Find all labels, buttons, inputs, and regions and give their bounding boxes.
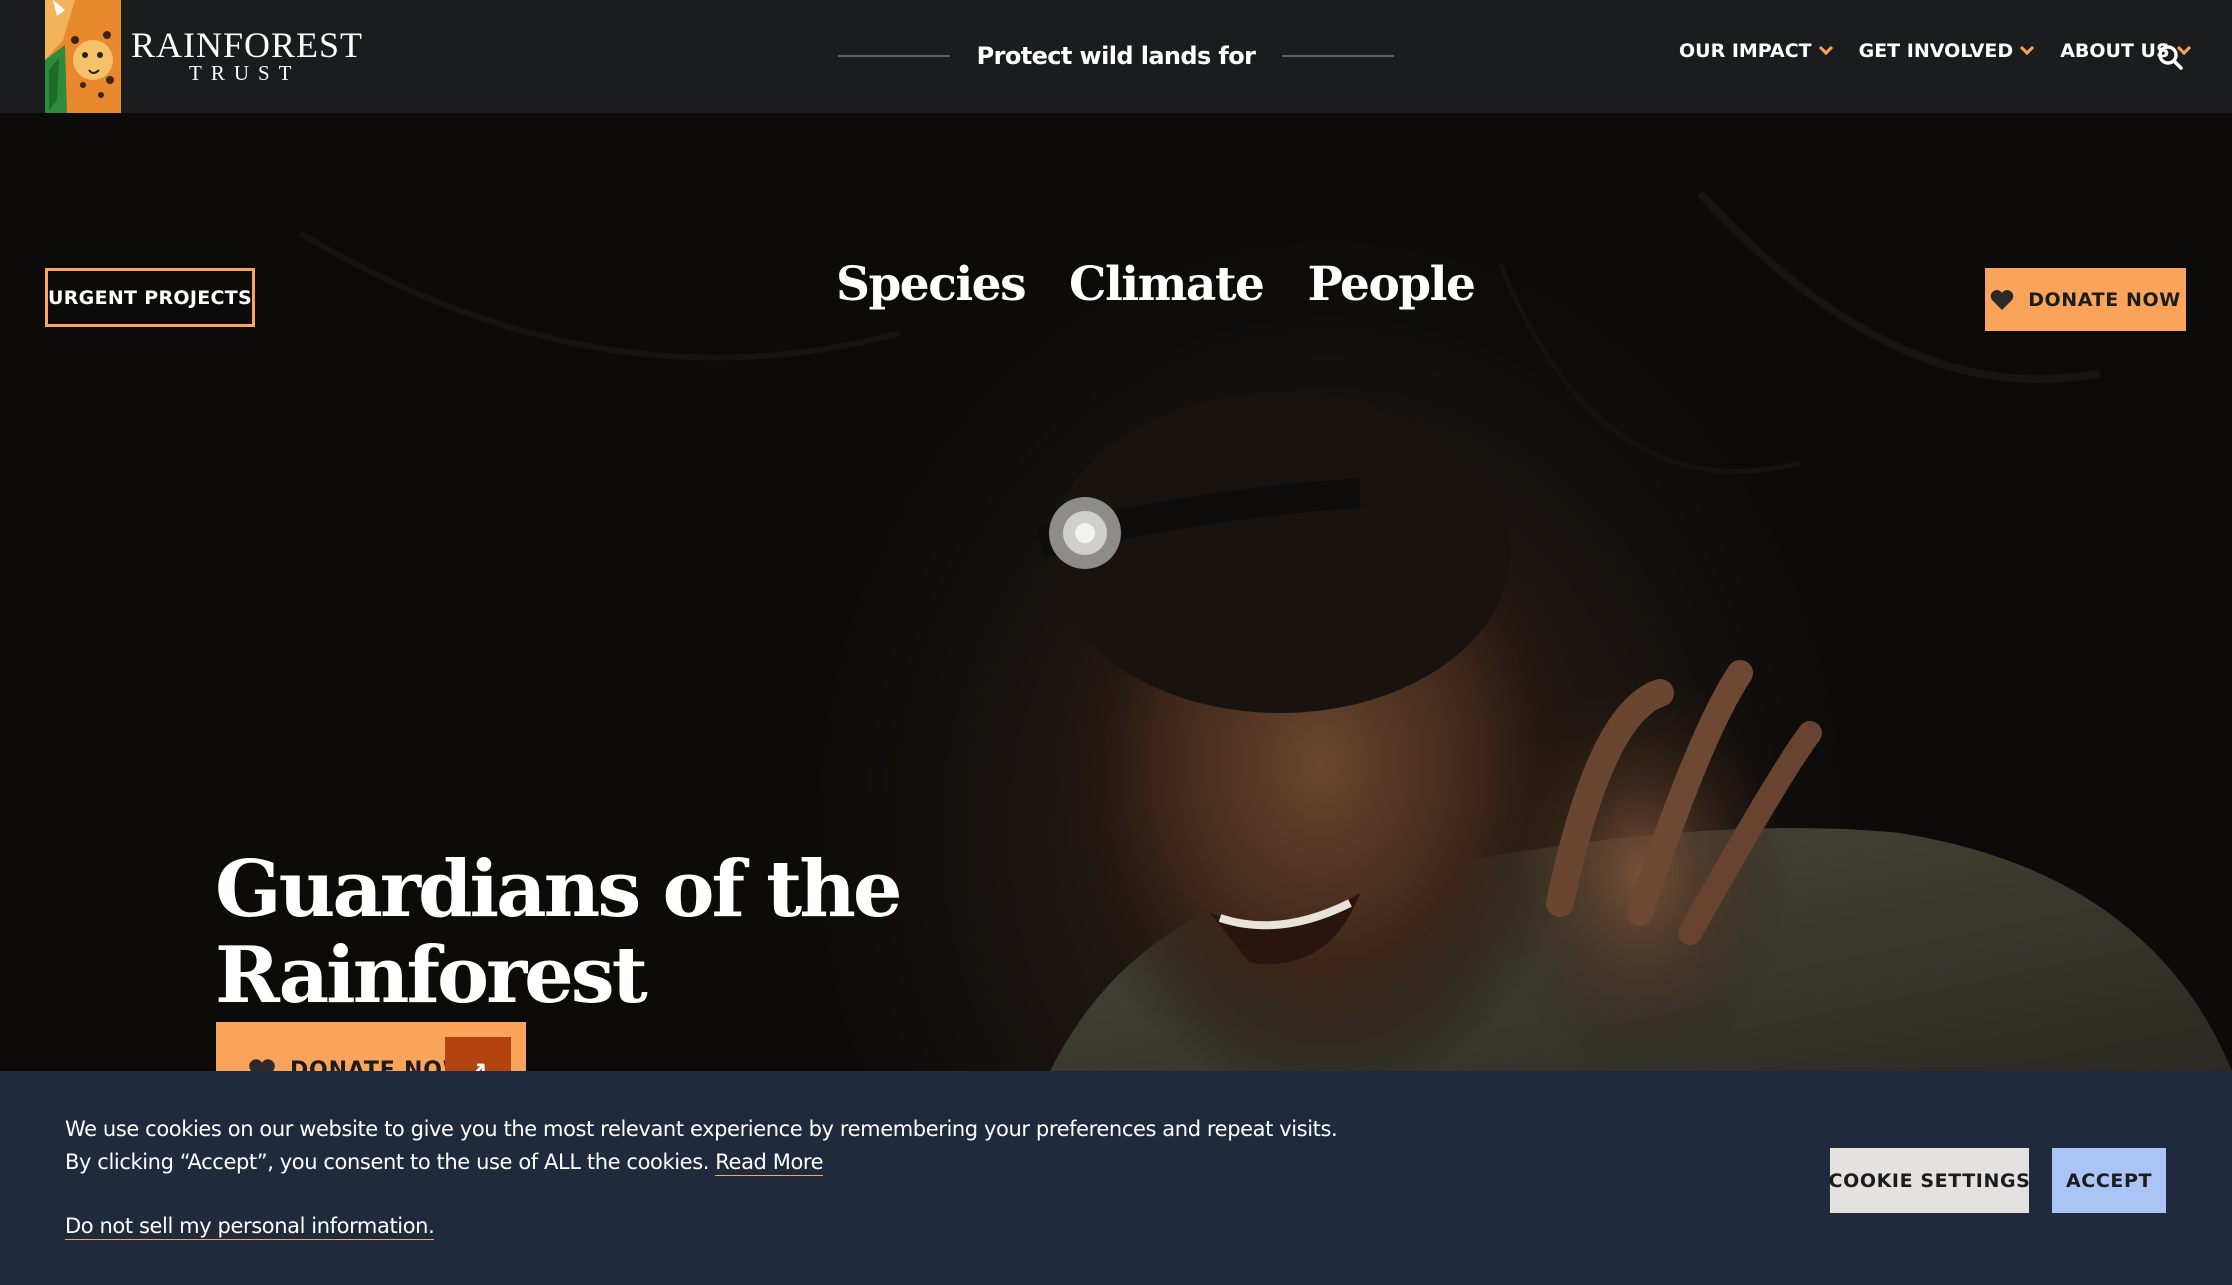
main-nav: OUR IMPACT GET INVOLVED ABOUT US (1679, 40, 2217, 62)
heart-icon (249, 1058, 275, 1071)
accept-cookies-button[interactable]: ACCEPT (2052, 1148, 2166, 1213)
tagline-text: Protect wild lands for (976, 42, 1256, 70)
do-not-sell-link[interactable]: Do not sell my personal information. (65, 1214, 435, 1240)
hero-headline: Guardians of the Rainforest (215, 844, 903, 1022)
search-icon[interactable] (2157, 44, 2183, 70)
tagline: Protect wild lands for (838, 38, 1394, 74)
external-arrow-icon: ↗ (445, 1037, 511, 1071)
donate-now-hero-button[interactable]: DONATE NOW ↗ (216, 1022, 526, 1071)
topic-links: Species Climate People (836, 257, 1518, 312)
urgent-projects-button[interactable]: URGENT PROJECTS (45, 268, 255, 327)
cookie-message: We use cookies on our website to give yo… (65, 1113, 1365, 1179)
chevron-down-icon (2020, 40, 2035, 56)
tagline-rule-right (1282, 55, 1394, 57)
nav-item-label: ABOUT US (2060, 40, 2170, 62)
logo-name-line1: RAINFOREST (131, 25, 364, 65)
read-more-link[interactable]: Read More (715, 1150, 824, 1176)
top-navigation-bar: RAINFOREST TRUST Protect wild lands for … (0, 0, 2232, 113)
donate-now-label: DONATE NOW (2028, 288, 2181, 311)
hero-section: URGENT PROJECTS Species Climate People D… (0, 113, 2232, 1071)
donate-now-header-button[interactable]: DONATE NOW (1985, 268, 2186, 331)
rainforest-trust-logo[interactable]: RAINFOREST TRUST (45, 0, 362, 113)
cookie-settings-button[interactable]: COOKIE SETTINGS (1829, 1148, 2030, 1213)
tagline-rule-left (838, 55, 950, 57)
nav-item-label: GET INVOLVED (1858, 40, 2014, 62)
nav-our-impact[interactable]: OUR IMPACT (1679, 40, 1833, 62)
topic-species-link[interactable]: Species (836, 257, 1027, 312)
heart-icon (1990, 289, 2014, 310)
chevron-down-icon (1818, 40, 1833, 56)
nav-item-label: OUR IMPACT (1679, 40, 1812, 62)
nav-get-involved[interactable]: GET INVOLVED (1858, 40, 2035, 62)
logo-name-line2: TRUST (189, 61, 301, 85)
topic-climate-link[interactable]: Climate (1069, 257, 1265, 312)
logo-wordmark: RAINFOREST TRUST (131, 25, 371, 85)
topic-people-link[interactable]: People (1307, 257, 1475, 312)
donate-now-label: DONATE NOW (290, 1057, 468, 1072)
cookie-message-text: We use cookies on our website to give yo… (65, 1117, 1338, 1174)
jaguar-logo-icon (45, 0, 121, 113)
